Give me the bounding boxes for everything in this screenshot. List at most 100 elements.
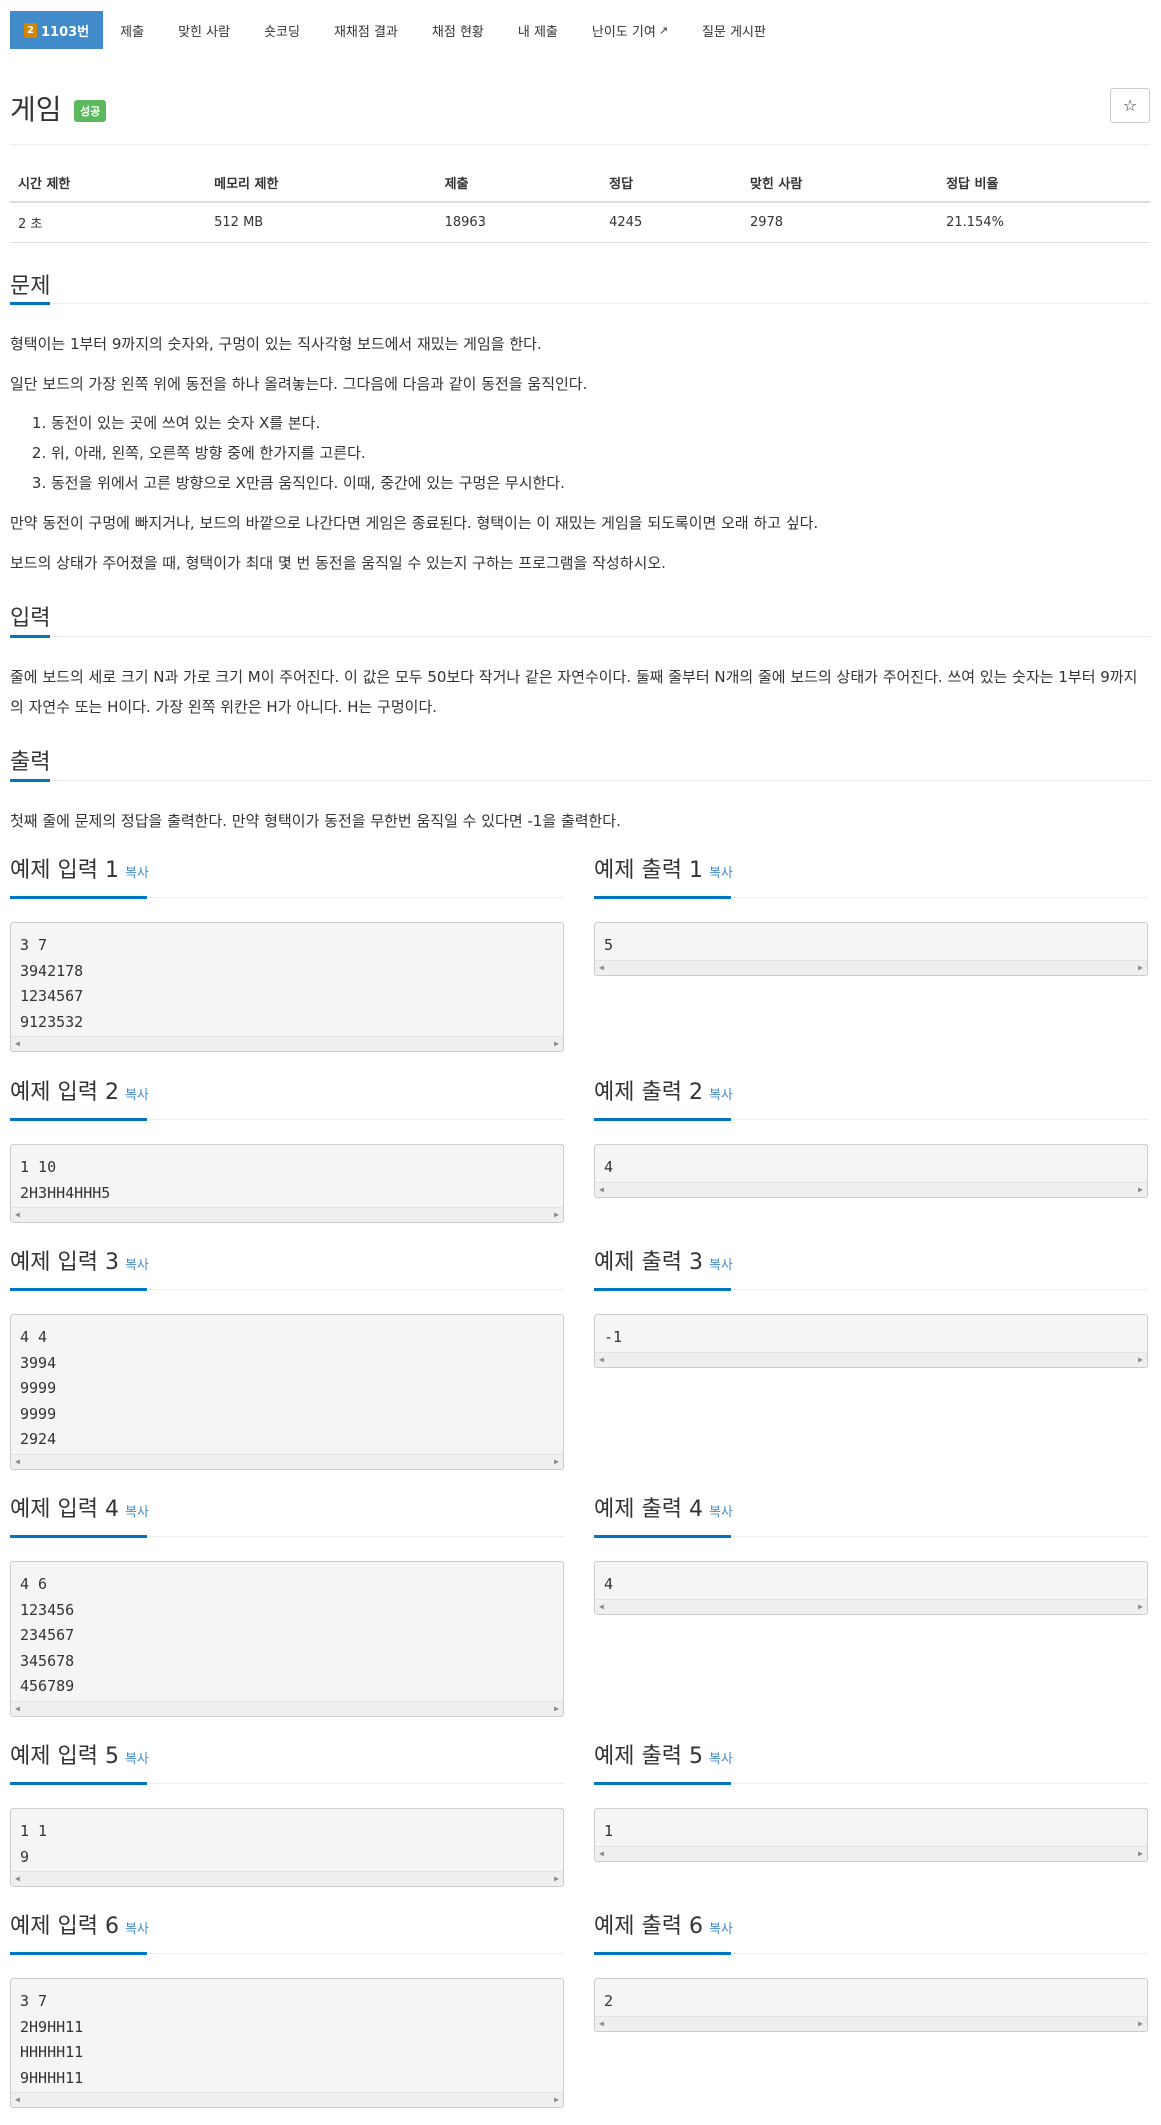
- sample-input-line: 4 4: [20, 1328, 48, 1346]
- horizontal-scrollbar[interactable]: ◀ ▶: [595, 2015, 1147, 2031]
- tab-submit-label: 제출: [120, 24, 145, 40]
- scroll-right-icon[interactable]: ▶: [554, 1210, 559, 1220]
- sample-output-box[interactable]: 4 ◀ ▶: [594, 1144, 1148, 1198]
- example-output-title: 예제 출력 3 복사: [594, 1244, 733, 1276]
- scroll-left-icon[interactable]: ◀: [599, 1185, 604, 1195]
- horizontal-scrollbar[interactable]: ◀ ▶: [11, 1453, 563, 1469]
- sample-output-box[interactable]: -1 ◀ ▶: [594, 1314, 1148, 1368]
- scroll-right-icon[interactable]: ▶: [1138, 1602, 1143, 1612]
- tab-solved-users-label: 맞힌 사람: [178, 24, 231, 40]
- copy-output-link[interactable]: 복사: [709, 1752, 733, 1767]
- horizontal-scrollbar[interactable]: ◀ ▶: [11, 2092, 563, 2107]
- scroll-right-icon[interactable]: ▶: [1138, 2019, 1143, 2029]
- sample-input-line: 3 7: [20, 936, 48, 954]
- copy-output-link[interactable]: 복사: [709, 1258, 733, 1273]
- scroll-right-icon[interactable]: ▶: [554, 1874, 559, 1884]
- section-title-output: 출력: [10, 750, 51, 775]
- external-link-icon: ↗: [658, 23, 669, 37]
- copy-input-link[interactable]: 복사: [125, 1752, 149, 1767]
- horizontal-scrollbar[interactable]: ◀ ▶: [11, 1207, 563, 1222]
- tab-short-coding[interactable]: 숏코딩: [247, 11, 317, 49]
- tab-submit[interactable]: 제출: [103, 11, 161, 49]
- copy-input-link[interactable]: 복사: [125, 1505, 149, 1520]
- scroll-left-icon[interactable]: ◀: [15, 1874, 20, 1884]
- horizontal-scrollbar[interactable]: ◀ ▶: [11, 1871, 563, 1886]
- scroll-right-icon[interactable]: ▶: [554, 2095, 559, 2105]
- header-time-limit: 시간 제한: [10, 167, 207, 203]
- tab-problem[interactable]: 2 1103번: [10, 11, 104, 49]
- list-item: 위, 아래, 왼쪽, 오른쪽 방향 중에 한가지를 고른다.: [51, 438, 565, 468]
- scroll-right-icon[interactable]: ▶: [554, 1039, 559, 1049]
- horizontal-scrollbar[interactable]: ◀ ▶: [11, 1036, 563, 1051]
- sample-input-line: 9HHHH11: [20, 2068, 84, 2087]
- scroll-right-icon[interactable]: ▶: [1138, 963, 1143, 973]
- copy-output-link[interactable]: 복사: [709, 1088, 733, 1103]
- sample-output-box[interactable]: 4 ◀ ▶: [594, 1561, 1148, 1615]
- sample-output-line: 4: [604, 1575, 614, 1593]
- problem-steps-list: 동전이 있는 곳에 쓰여 있는 숫자 X를 본다. 위, 아래, 왼쪽, 오른쪽…: [30, 408, 565, 498]
- problem-paragraph-1: 형택이는 1부터 9까지의 숫자와, 구멍이 있는 직사각형 보드에서 재밌는 …: [10, 335, 542, 353]
- sample-input-box[interactable]: 3 7 3942178 1234567 9123532 ◀ ▶: [10, 922, 564, 1052]
- sample-input-line: 1234567: [20, 987, 84, 1005]
- copy-input-link[interactable]: 복사: [125, 1922, 149, 1937]
- scroll-left-icon[interactable]: ◀: [15, 1457, 20, 1467]
- example-output-title-text: 예제 출력 1: [594, 858, 703, 883]
- copy-output-link[interactable]: 복사: [709, 1922, 733, 1937]
- copy-input-link[interactable]: 복사: [125, 866, 149, 881]
- sample-input-line: HHHHH11: [20, 2043, 84, 2061]
- section-divider: [10, 780, 1150, 781]
- sample-output-box[interactable]: 1 ◀ ▶: [594, 1808, 1148, 1862]
- tab-question-board[interactable]: 질문 게시판: [685, 11, 783, 49]
- scroll-left-icon[interactable]: ◀: [15, 1210, 20, 1220]
- horizontal-scrollbar[interactable]: ◀ ▶: [11, 1700, 563, 1716]
- scroll-right-icon[interactable]: ▶: [1138, 1185, 1143, 1195]
- sample-output-box[interactable]: 5 ◀ ▶: [594, 922, 1148, 976]
- scroll-left-icon[interactable]: ◀: [15, 1039, 20, 1049]
- section-divider: [10, 303, 1150, 304]
- tab-rejudge-results[interactable]: 재채점 결과: [317, 11, 415, 49]
- copy-output-link[interactable]: 복사: [709, 1505, 733, 1520]
- tab-judge-status[interactable]: 채점 현황: [415, 11, 501, 49]
- scroll-left-icon[interactable]: ◀: [599, 1602, 604, 1612]
- horizontal-scrollbar[interactable]: ◀ ▶: [595, 959, 1147, 975]
- sample-input-box[interactable]: 3 7 2H9HH11 HHHHH11 9HHHH11 ◀ ▶: [10, 1978, 564, 2108]
- status-badge: 성공: [73, 100, 107, 122]
- star-button[interactable]: ☆: [1110, 88, 1150, 123]
- scroll-left-icon[interactable]: ◀: [599, 2019, 604, 2029]
- tab-judge-status-label: 채점 현황: [431, 24, 484, 40]
- copy-input-link[interactable]: 복사: [125, 1088, 149, 1103]
- tab-solved-users[interactable]: 맞힌 사람: [161, 11, 247, 49]
- page-title: 게임: [10, 93, 62, 126]
- sample-output-box[interactable]: 2 ◀ ▶: [594, 1978, 1148, 2032]
- scroll-right-icon[interactable]: ▶: [1138, 1849, 1143, 1859]
- tab-difficulty-contribution[interactable]: 난이도 기여 ↗: [575, 11, 685, 49]
- example-title-underline: [10, 1952, 147, 1955]
- sample-output-line: 4: [604, 1158, 614, 1176]
- problem-paragraph-4: 보드의 상태가 주어졌을 때, 형택이가 최대 몇 번 동전을 움직일 수 있는…: [10, 554, 666, 572]
- sample-input-box[interactable]: 1 1 9 ◀ ▶: [10, 1808, 564, 1887]
- scroll-left-icon[interactable]: ◀: [599, 1355, 604, 1365]
- sample-input-line: 9: [20, 1847, 30, 1866]
- example-title-underline: [10, 1782, 147, 1785]
- horizontal-scrollbar[interactable]: ◀ ▶: [595, 1845, 1147, 1861]
- example-title-underline: [10, 1288, 147, 1291]
- horizontal-scrollbar[interactable]: ◀ ▶: [595, 1598, 1147, 1614]
- scroll-right-icon[interactable]: ▶: [554, 1457, 559, 1467]
- scroll-left-icon[interactable]: ◀: [599, 963, 604, 973]
- horizontal-scrollbar[interactable]: ◀ ▶: [595, 1351, 1147, 1367]
- scroll-left-icon[interactable]: ◀: [15, 1704, 20, 1714]
- sample-output-line: 2: [604, 1992, 614, 2010]
- submissions-value: 18963: [436, 202, 602, 243]
- sample-input-box[interactable]: 4 4 3994 9999 9999 2924 ◀ ▶: [10, 1314, 564, 1470]
- horizontal-scrollbar[interactable]: ◀ ▶: [595, 1181, 1147, 1197]
- tab-my-submissions[interactable]: 내 제출: [501, 11, 575, 49]
- scroll-right-icon[interactable]: ▶: [1138, 1355, 1143, 1365]
- sample-input-box[interactable]: 4 6 123456 234567 345678 456789 ◀ ▶: [10, 1561, 564, 1717]
- sample-input-box[interactable]: 1 10 2H3HH4HHH5 ◀ ▶: [10, 1144, 564, 1223]
- copy-input-link[interactable]: 복사: [125, 1258, 149, 1273]
- scroll-right-icon[interactable]: ▶: [554, 1704, 559, 1714]
- copy-output-link[interactable]: 복사: [709, 866, 733, 881]
- scroll-left-icon[interactable]: ◀: [599, 1849, 604, 1859]
- scroll-left-icon[interactable]: ◀: [15, 2095, 20, 2105]
- example-output-title-text: 예제 출력 3: [594, 1250, 703, 1275]
